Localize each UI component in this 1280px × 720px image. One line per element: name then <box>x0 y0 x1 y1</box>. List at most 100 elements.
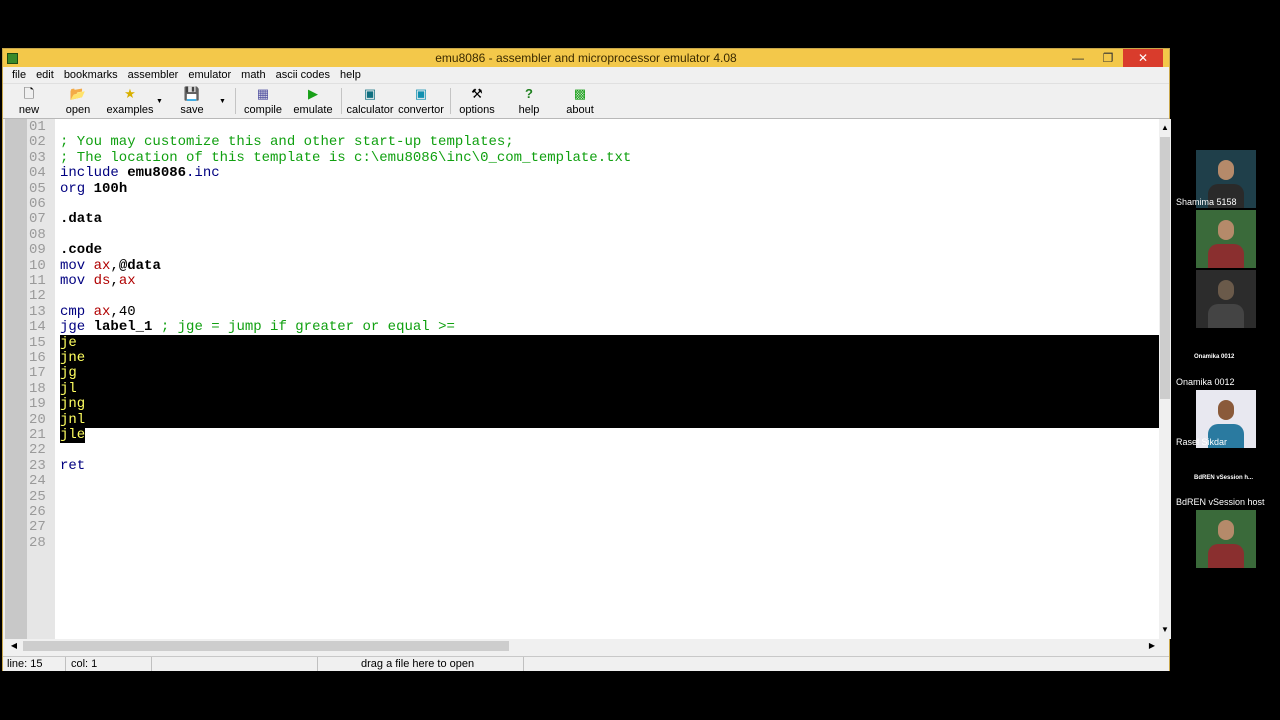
code-line: mov ds,ax <box>60 273 136 289</box>
close-button[interactable]: ✕ <box>1123 49 1163 67</box>
status-divider <box>523 657 524 671</box>
code-editor[interactable]: 01 02 ; You may customize this and other … <box>5 119 1159 639</box>
vertical-scroll-thumb[interactable] <box>1160 137 1170 399</box>
save-dropdown-icon[interactable]: ▼ <box>219 98 226 105</box>
menu-math[interactable]: math <box>236 67 270 83</box>
participant-face <box>1218 400 1234 420</box>
maximize-button[interactable]: ❐ <box>1093 49 1123 67</box>
participant-body <box>1208 544 1244 568</box>
line-number: 28 <box>29 534 46 551</box>
line-number: 26 <box>29 504 46 520</box>
line-number: 05 <box>29 180 46 197</box>
code-line: cmp ax,40 <box>60 303 136 320</box>
convertor-icon: ▣ <box>414 86 428 101</box>
menu-assembler[interactable]: assembler <box>123 67 184 83</box>
line-number: 04 <box>29 165 46 182</box>
floppy-disk-icon: 💾 <box>183 86 201 101</box>
line-number: 06 <box>29 196 46 212</box>
line-number: 03 <box>29 149 46 166</box>
status-bar: line: 15 col: 1 drag a file here to open <box>3 656 1169 671</box>
selected-code-line: jne <box>60 350 86 366</box>
selected-code-line: jng <box>60 396 86 413</box>
calculator-icon: ▣ <box>363 86 377 101</box>
menu-help[interactable]: help <box>335 67 366 83</box>
selected-code-line: jnl <box>60 411 86 428</box>
participant-face <box>1218 280 1234 300</box>
tools-icon: ⚒ <box>471 86 483 101</box>
toolbar-divider <box>235 88 236 114</box>
menu-edit[interactable]: edit <box>31 67 59 83</box>
line-number: 24 <box>29 473 46 490</box>
participant-name: Onamika 0012 <box>1194 354 1235 360</box>
scroll-up-icon[interactable]: ▲ <box>1159 121 1171 135</box>
code-line: org 100h <box>60 180 128 197</box>
scroll-down-icon[interactable]: ▼ <box>1159 623 1171 637</box>
menu-ascii-codes[interactable]: ascii codes <box>271 67 335 83</box>
line-number: 23 <box>29 457 46 474</box>
compile-icon: ▦ <box>256 86 270 101</box>
horizontal-scroll-thumb[interactable] <box>23 641 509 651</box>
selected-code-line: jl <box>60 380 77 397</box>
participant-name: BdREN vSession host <box>1176 497 1265 507</box>
line-number: 08 <box>29 226 46 243</box>
save-button[interactable]: 💾 save <box>175 86 209 116</box>
compile-button[interactable]: ▦ compile <box>241 86 285 116</box>
code-line: .data <box>60 211 103 228</box>
status-col: col: 1 <box>71 658 98 670</box>
line-number: 21 <box>29 427 46 443</box>
participant-video[interactable] <box>1196 510 1256 568</box>
menu-file[interactable]: file <box>7 67 31 83</box>
horizontal-scrollbar[interactable]: ◀ ▶ <box>5 639 1159 653</box>
play-icon: ▶ <box>308 86 318 101</box>
calculator-button[interactable]: ▣ calculator <box>345 86 395 116</box>
examples-dropdown-icon[interactable]: ▼ <box>156 98 163 105</box>
line-number: 27 <box>29 519 46 536</box>
help-button[interactable]: ? help <box>513 86 545 116</box>
emu8086-window: emu8086 - assembler and microprocessor e… <box>2 48 1171 671</box>
participant-body <box>1208 304 1244 328</box>
menu-bookmarks[interactable]: bookmarks <box>59 67 123 83</box>
line-number: 07 <box>29 211 46 228</box>
selected-code-line: jle <box>60 427 86 444</box>
help-icon: ? <box>525 86 533 101</box>
star-icon: ★ <box>124 86 136 101</box>
code-line: .code <box>60 242 103 259</box>
status-divider <box>65 657 66 671</box>
toolbar-divider <box>450 88 451 114</box>
about-button[interactable]: ▩ about <box>561 86 599 116</box>
line-number: 02 <box>29 134 46 151</box>
participant-body <box>1208 244 1244 268</box>
code-line: include emu8086.inc <box>60 165 220 182</box>
examples-button[interactable]: ★ examples <box>105 86 155 116</box>
options-button[interactable]: ⚒ options <box>456 86 498 116</box>
line-number: 25 <box>29 488 46 505</box>
line-number: 01 <box>29 119 46 135</box>
line-number: 19 <box>29 396 46 413</box>
participant-video[interactable] <box>1196 210 1256 268</box>
participant-name: BdREN vSession h... <box>1194 475 1254 481</box>
status-line: line: 15 <box>7 658 43 670</box>
emulate-button[interactable]: ▶ emulate <box>291 86 335 116</box>
scroll-left-icon[interactable]: ◀ <box>7 639 21 653</box>
open-button[interactable]: 📂 open <box>59 86 97 116</box>
selected-code-line: jg <box>60 365 77 382</box>
line-number: 20 <box>29 411 46 428</box>
menu-emulator[interactable]: emulator <box>183 67 236 83</box>
participant-face <box>1218 160 1234 180</box>
vertical-scrollbar[interactable]: ▲ ▼ <box>1159 119 1171 639</box>
new-file-icon: 🗋 <box>23 86 35 101</box>
status-hint: drag a file here to open <box>361 658 475 670</box>
participant-video[interactable] <box>1196 270 1256 328</box>
convertor-button[interactable]: ▣ convertor <box>398 86 444 116</box>
scroll-right-icon[interactable]: ▶ <box>1145 639 1159 653</box>
title-bar: emu8086 - assembler and microprocessor e… <box>3 49 1169 67</box>
selected-code-line: je <box>60 334 77 351</box>
minimize-button[interactable]: — <box>1063 49 1093 67</box>
code-line: jge label_1 ; jge = jump if greater or e… <box>60 319 455 336</box>
participant-name: Onamika 0012 <box>1176 377 1235 387</box>
toolbar-divider <box>341 88 342 114</box>
line-number: 17 <box>29 365 46 382</box>
new-button[interactable]: 🗋 new <box>11 86 47 116</box>
status-divider <box>151 657 152 671</box>
code-comment: ; The location of this template is c:\em… <box>60 149 632 166</box>
